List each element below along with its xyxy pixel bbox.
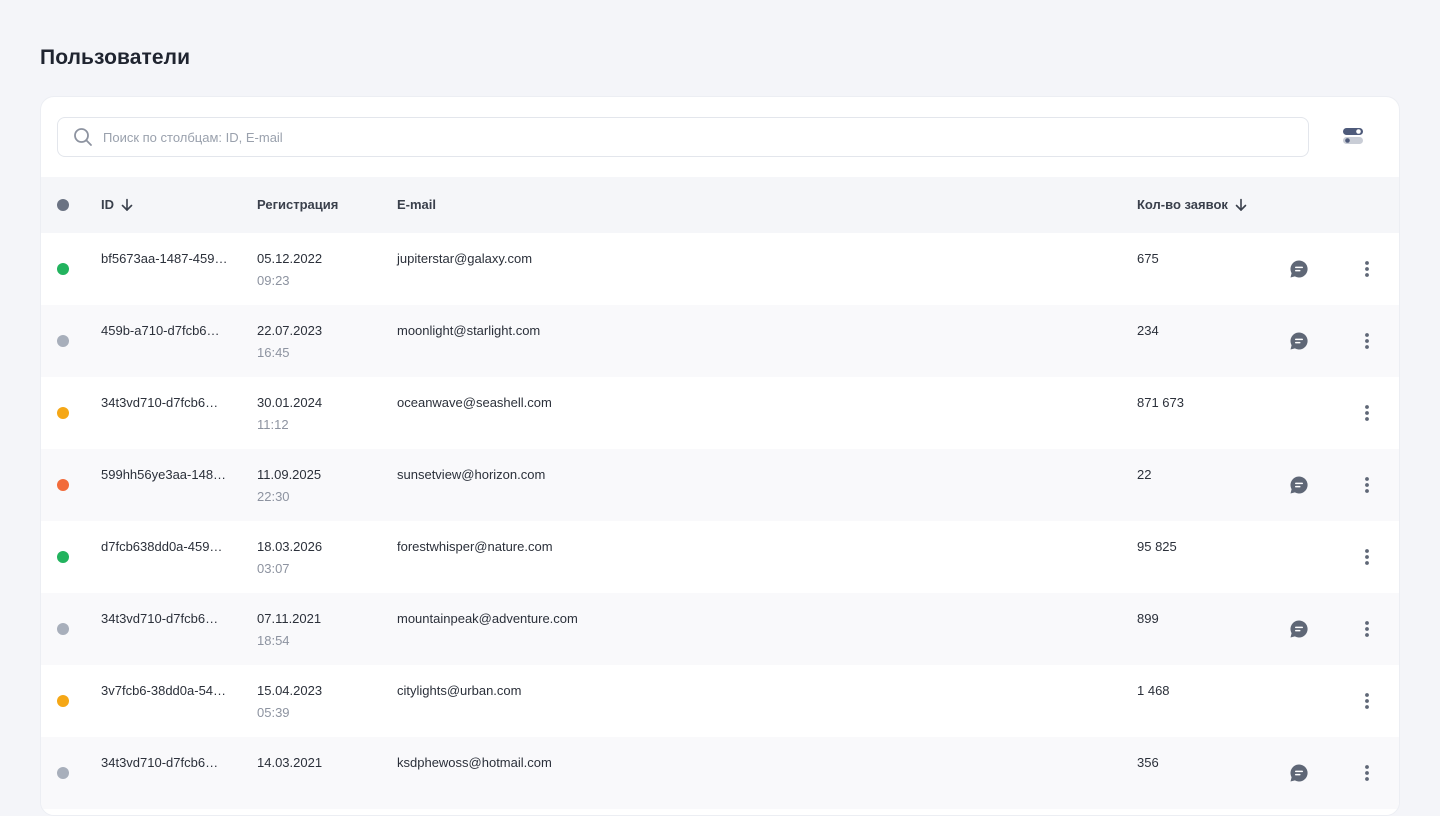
requests-count: 234 bbox=[1137, 323, 1159, 338]
registration-date: 22.07.2023 bbox=[257, 323, 323, 338]
requests-count: 95 825 bbox=[1137, 539, 1177, 554]
more-vertical-icon[interactable] bbox=[1357, 691, 1377, 711]
table-row[interactable]: 34t3vd710-d7fcb6… 14.03.2021 ksdphewoss@… bbox=[41, 737, 1399, 809]
more-vertical-icon[interactable] bbox=[1357, 259, 1377, 279]
more-vertical-icon[interactable] bbox=[1357, 331, 1377, 351]
search-icon bbox=[73, 127, 93, 147]
status-dot bbox=[57, 263, 69, 275]
search-bar[interactable] bbox=[57, 117, 1309, 157]
table-row[interactable]: bf5673aa-1487-459… 05.12.2022 09:23 jupi… bbox=[41, 233, 1399, 305]
user-email: forestwhisper@nature.com bbox=[397, 539, 553, 554]
user-id: 599hh56ye3aa-148… bbox=[101, 467, 227, 482]
column-email-header[interactable]: E-mail bbox=[397, 197, 436, 212]
registration-date: 05.12.2022 bbox=[257, 251, 323, 266]
table-row[interactable]: 34t3vd710-d7fcb6… 07.11.2021 18:54 mount… bbox=[41, 593, 1399, 665]
user-email: mountainpeak@adventure.com bbox=[397, 611, 578, 626]
chat-icon[interactable] bbox=[1289, 619, 1309, 639]
table-row[interactable]: 459b-a710-d7fcb6… 22.07.2023 16:45 moonl… bbox=[41, 305, 1399, 377]
more-vertical-icon[interactable] bbox=[1357, 763, 1377, 783]
requests-count: 1 468 bbox=[1137, 683, 1170, 698]
column-id-label: ID bbox=[101, 197, 114, 212]
user-email: sunsetview@horizon.com bbox=[397, 467, 546, 482]
status-dot bbox=[57, 407, 69, 419]
user-id: 3v7fcb6-38dd0a-54… bbox=[101, 683, 227, 698]
table-row[interactable]: 3v7fcb6-38dd0a-54… 15.04.2023 05:39 city… bbox=[41, 665, 1399, 737]
registration-time: 11:12 bbox=[257, 417, 289, 432]
more-vertical-icon[interactable] bbox=[1357, 403, 1377, 423]
chat-icon[interactable] bbox=[1289, 475, 1309, 495]
more-vertical-icon[interactable] bbox=[1357, 475, 1377, 495]
user-email: jupiterstar@galaxy.com bbox=[397, 251, 533, 266]
user-email: citylights@urban.com bbox=[397, 683, 522, 698]
status-dot bbox=[57, 695, 69, 707]
column-requests-label: Кол-во заявок bbox=[1137, 197, 1228, 212]
more-vertical-icon[interactable] bbox=[1357, 619, 1377, 639]
select-all-status[interactable] bbox=[57, 199, 69, 211]
registration-date: 07.11.2021 bbox=[257, 611, 322, 626]
more-vertical-icon[interactable] bbox=[1357, 547, 1377, 567]
user-id: bf5673aa-1487-459… bbox=[101, 251, 228, 266]
status-dot bbox=[57, 335, 69, 347]
table-row[interactable]: 34t3vd710-d7fcb6… 30.01.2024 11:12 ocean… bbox=[41, 377, 1399, 449]
user-id: d7fcb638dd0a-459… bbox=[101, 539, 223, 554]
registration-date: 18.03.2026 bbox=[257, 539, 323, 554]
registration-time: 05:39 bbox=[257, 705, 290, 720]
sort-down-icon bbox=[1234, 198, 1248, 212]
registration-date: 15.04.2023 bbox=[257, 683, 323, 698]
chat-icon[interactable] bbox=[1289, 763, 1309, 783]
column-email-label: E-mail bbox=[397, 197, 437, 212]
status-dot bbox=[57, 767, 69, 779]
registration-time: 22:30 bbox=[257, 489, 290, 504]
user-id: 34t3vd710-d7fcb6… bbox=[101, 611, 219, 626]
user-id: 459b-a710-d7fcb6… bbox=[101, 323, 220, 338]
table-body: bf5673aa-1487-459… 05.12.2022 09:23 jupi… bbox=[41, 233, 1399, 809]
registration-time: 09:23 bbox=[257, 273, 290, 288]
chat-icon[interactable] bbox=[1289, 331, 1309, 351]
toggle-settings-icon bbox=[1342, 124, 1364, 151]
registration-time: 03:07 bbox=[257, 561, 290, 576]
registration-date: 30.01.2024 bbox=[257, 395, 323, 410]
requests-count: 899 bbox=[1137, 611, 1159, 626]
column-requests-header[interactable]: Кол-во заявок bbox=[1137, 197, 1248, 212]
page-title: Пользователи bbox=[40, 46, 191, 69]
user-email: oceanwave@seashell.com bbox=[397, 395, 552, 410]
sort-down-icon bbox=[120, 198, 134, 212]
registration-time: 16:45 bbox=[257, 345, 290, 360]
registration-date: 11.09.2025 bbox=[257, 467, 322, 482]
requests-count: 22 bbox=[1137, 467, 1152, 482]
registration-time: 18:54 bbox=[257, 633, 290, 648]
user-id: 34t3vd710-d7fcb6… bbox=[101, 395, 219, 410]
status-dot bbox=[57, 623, 69, 635]
status-dot bbox=[57, 551, 69, 563]
column-registration-label: Регистрация bbox=[257, 197, 339, 212]
header-status-dot bbox=[57, 199, 69, 211]
requests-count: 871 673 bbox=[1137, 395, 1184, 410]
table-header: ID Регистрация E-mail Кол-во заявок bbox=[41, 177, 1399, 233]
users-table-card: ID Регистрация E-mail Кол-во заявок bf56… bbox=[40, 96, 1400, 816]
search-input[interactable] bbox=[103, 129, 1283, 145]
column-settings-button[interactable] bbox=[1339, 123, 1367, 151]
status-dot bbox=[57, 479, 69, 491]
table-row[interactable]: 599hh56ye3aa-148… 11.09.2025 22:30 sunse… bbox=[41, 449, 1399, 521]
table-row[interactable]: d7fcb638dd0a-459… 18.03.2026 03:07 fores… bbox=[41, 521, 1399, 593]
user-email: moonlight@starlight.com bbox=[397, 323, 541, 338]
column-id-header[interactable]: ID bbox=[101, 197, 134, 212]
requests-count: 675 bbox=[1137, 251, 1159, 266]
chat-icon[interactable] bbox=[1289, 259, 1309, 279]
column-registration-header[interactable]: Регистрация bbox=[257, 197, 338, 212]
